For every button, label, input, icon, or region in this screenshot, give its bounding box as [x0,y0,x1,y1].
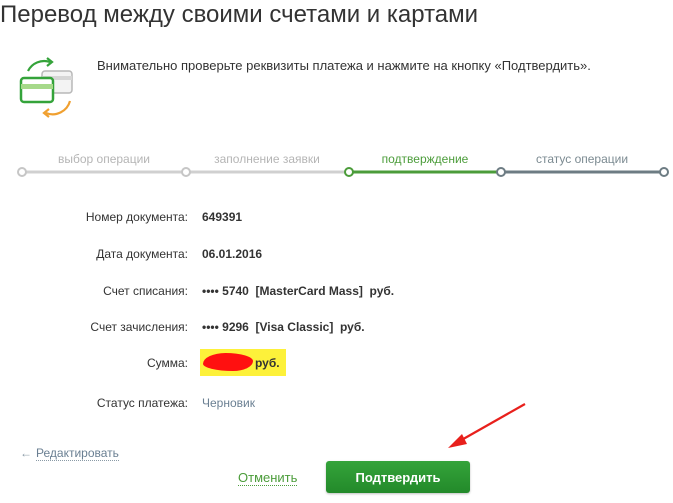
annotation-arrow-icon [448,403,526,448]
step-dot [496,167,506,177]
doc-date-value: 06.01.2016 [202,247,263,261]
step-fill-form: заполнение заявки [214,152,320,166]
status-row: Статус платежа: Черновик [0,396,673,416]
step-dot [181,167,191,177]
instruction-text: Внимательно проверьте реквизиты платежа … [97,58,591,73]
from-account-row: Счет списания: •••• 5740 [MasterCard Mas… [0,284,673,304]
step-operation-status: статус операции [535,152,629,166]
card-transfer-icon [18,57,76,119]
step-dot [344,167,354,177]
page-title: Перевод между своими счетами и картами [0,1,479,28]
status-label: Статус платежа: [96,396,188,410]
confirm-button[interactable]: Подтвердить [326,461,470,493]
amount-label: Сумма: [146,356,188,370]
amount-highlight: руб. [200,349,286,376]
cancel-link[interactable]: Отменить [238,470,298,486]
status-value-link[interactable]: Черновик [202,396,255,410]
doc-date-label: Дата документа: [96,247,188,261]
from-account-label: Счет списания: [103,284,188,298]
amount-currency: руб. [255,356,280,370]
redaction-mark [203,353,253,371]
step-dot [659,167,669,177]
step-select-operation: выбор операции [57,152,151,166]
from-account-value: •••• 5740 [MasterCard Mass] руб. [202,284,395,298]
amount-row: Сумма: руб. [0,349,673,376]
to-account-row: Счет зачисления: •••• 9296 [Visa Classic… [0,320,673,340]
progress-steps: выбор операции заполнение заявки подтвер… [0,150,673,190]
edit-label: Редактировать [36,446,119,461]
doc-number-label: Номер документа: [85,210,188,224]
step-dot [17,167,27,177]
step-confirmation: подтверждение [381,152,469,166]
doc-number-row: Номер документа: 649391 [0,210,673,230]
doc-date-row: Дата документа: 06.01.2016 [0,247,673,267]
arrow-left-icon: ← [20,446,32,460]
edit-link[interactable]: ← Редактировать [20,446,119,461]
doc-number-value: 649391 [202,210,243,224]
to-account-value: •••• 9296 [Visa Classic] руб. [202,320,365,334]
to-account-label: Счет зачисления: [90,320,188,334]
